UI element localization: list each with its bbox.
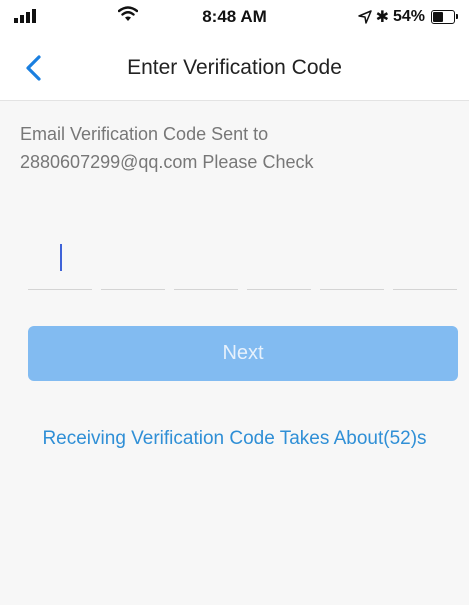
battery-fill bbox=[433, 12, 443, 22]
code-digit-1[interactable] bbox=[28, 234, 92, 290]
status-bar: 8:48 AM ✱ 54% bbox=[0, 0, 469, 32]
verification-hint: Email Verification Code Sent to 28806072… bbox=[20, 120, 450, 176]
resend-countdown[interactable]: Receiving Verification Code Takes About(… bbox=[0, 428, 469, 450]
battery-icon bbox=[431, 10, 458, 24]
code-digit-6[interactable] bbox=[393, 234, 457, 290]
code-digit-3[interactable] bbox=[174, 234, 238, 290]
text-caret bbox=[60, 244, 62, 271]
battery-percent: 54% bbox=[392, 8, 425, 25]
nav-bar: Enter Verification Code bbox=[0, 32, 469, 101]
status-right-group: ✱ 54% bbox=[357, 7, 458, 27]
hint-line-1: Email Verification Code Sent to bbox=[20, 124, 269, 144]
hint-line-2: 2880607299@qq.com Please Check bbox=[20, 152, 314, 172]
page-title: Enter Verification Code bbox=[127, 56, 342, 79]
location-icon bbox=[357, 10, 372, 24]
bluetooth-icon: ✱ bbox=[375, 9, 389, 26]
code-digit-2[interactable] bbox=[101, 234, 165, 290]
next-button[interactable]: Next bbox=[28, 326, 458, 381]
code-digit-5[interactable] bbox=[320, 234, 384, 290]
code-digit-4[interactable] bbox=[247, 234, 311, 290]
code-input-row bbox=[28, 234, 458, 292]
